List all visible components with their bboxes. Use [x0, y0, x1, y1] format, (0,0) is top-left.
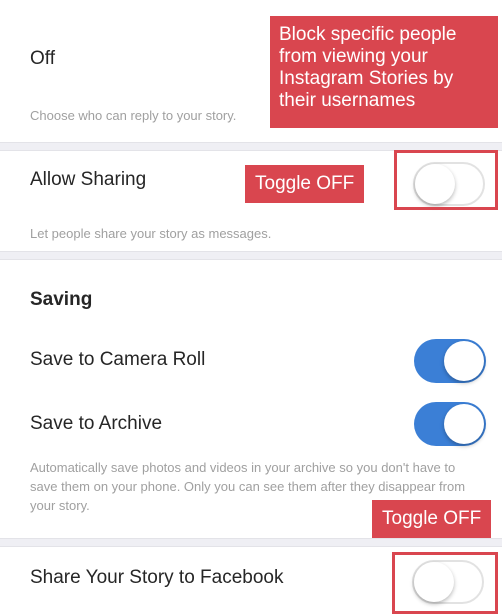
- share-facebook-highlight: [392, 552, 498, 614]
- save-camera-roll-toggle[interactable]: [414, 339, 486, 383]
- save-archive-label: Save to Archive: [30, 413, 163, 434]
- share-facebook-label: Share Your Story to Facebook: [30, 567, 284, 588]
- toggle-off-callout: Toggle OFF: [245, 165, 365, 203]
- reply-setting-value[interactable]: Off: [30, 48, 55, 70]
- section-separator: [0, 538, 502, 547]
- allow-sharing-description: Let people share your story as messages.: [30, 226, 272, 241]
- allow-sharing-label: Allow Sharing: [30, 169, 147, 190]
- saving-heading: Saving: [30, 289, 93, 310]
- save-camera-roll-label: Save to Camera Roll: [30, 349, 206, 370]
- toggle-knob: [444, 341, 484, 381]
- section-separator: [0, 251, 502, 260]
- allow-sharing-highlight: [394, 150, 498, 210]
- toggle-knob: [444, 404, 484, 444]
- block-people-callout: Block specific people from viewing your …: [270, 16, 498, 128]
- toggle-off-callout: Toggle OFF: [372, 500, 492, 538]
- save-archive-toggle[interactable]: [414, 402, 486, 446]
- saving-section: Saving Save to Camera Roll Save to Archi…: [0, 260, 502, 538]
